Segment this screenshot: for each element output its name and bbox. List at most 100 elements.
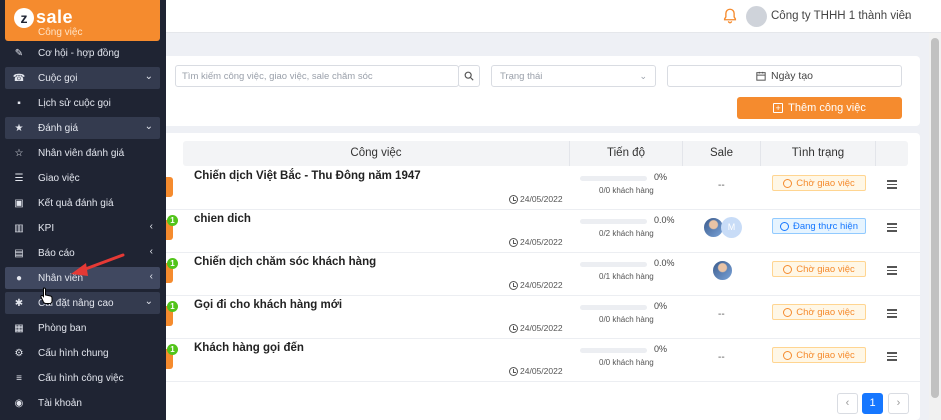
clock-icon [509,194,518,204]
column-header-task: Công việc [183,141,570,166]
notification-bell-icon[interactable] [721,7,739,25]
sidebar-item-lich-su-cuoc-goi[interactable]: ▪ Lịch sử cuộc gọi [5,92,160,114]
sidebar-item-icon: ★ [14,122,24,134]
sidebar-expand-icon[interactable]: ‹ [150,221,153,232]
progress-bar [580,348,647,353]
logo-mark: z [14,7,34,28]
user-avatar[interactable] [746,6,767,27]
table-row[interactable]: 1 Chiến dịch chăm sóc khách hàng 24/05/202… [160,253,920,296]
chevron-down-icon[interactable]: ⌄ [903,11,911,22]
sidebar-item-giao-viec[interactable]: ☰ Giao việc [5,167,160,189]
app-logo[interactable]: z sale [14,7,73,28]
customer-count: 0/1 khách hàng [599,272,654,281]
progress-percent: 0% [654,344,668,354]
progress-bar [580,219,647,224]
sidebar-item-nhan-vien-danh-gia[interactable]: ☆ Nhân viên đánh giá [5,142,160,164]
sidebar-expand-icon[interactable]: ⌄ [145,71,153,82]
clock-icon [783,350,793,360]
row-menu-icon[interactable] [887,352,897,363]
status-text: Đang thực hiện [793,220,858,232]
sidebar-item-icon: ● [15,272,23,284]
task-title[interactable]: Gọi đi cho khách hàng mới [194,299,342,311]
sidebar-expand-icon[interactable]: ⌄ [145,121,153,132]
progress-percent: 0% [654,172,668,182]
sidebar-item-icon: ⚙ [14,347,24,359]
mouse-pointer-icon [40,287,53,304]
sidebar-item-label: Giao việc [38,172,80,184]
search-button[interactable] [458,65,480,87]
row-menu-icon[interactable] [887,180,897,191]
sidebar-item-cai-dat-nang-cao[interactable]: ✱ Cài đặt nâng cao ⌄ [5,292,160,314]
date-filter-button[interactable]: Ngày tạo [667,65,902,87]
sidebar-item-icon: ✎ [14,47,24,59]
status-badge: Chờ giao việc [772,261,866,277]
sidebar-item-tai-khoan[interactable]: ◉ Tài khoản [5,392,160,414]
sidebar-item-label: Lịch sử cuộc gọi [38,97,111,109]
status-badge: Đang thực hiện [772,218,866,234]
calendar-icon [756,71,766,81]
scrollbar-thumb[interactable] [931,38,939,398]
prev-page-button[interactable]: ‹ [837,393,858,414]
task-title[interactable]: chien dich [194,213,251,225]
sidebar-item-label: Nhân viên [38,272,84,284]
status-badge: Chờ giao việc [772,347,866,363]
task-date-text: 24/05/2022 [520,323,563,333]
sidebar-item-cau-hinh-cong-viec[interactable]: ≡ Cấu hình công việc [5,367,160,389]
sidebar-expand-icon[interactable]: ⌄ [145,296,153,307]
sidebar-item-icon: ✱ [14,297,24,309]
task-title[interactable]: Chiến dịch Việt Bắc - Thu Đông năm 1947 [194,170,421,182]
sidebar-expand-icon[interactable]: ‹ [150,271,153,282]
sidebar-item-bao-cao[interactable]: ▤ Báo cáo ‹ [5,242,160,264]
clock-icon [509,237,518,247]
row-menu-icon[interactable] [887,223,897,234]
sidebar-item-label: KPI [38,222,55,234]
status-badge: Chờ giao việc [772,304,866,320]
sidebar-item-icon: ☰ [14,172,24,184]
row-menu-icon[interactable] [887,309,897,320]
sale-empty: -- [718,352,725,363]
task-date-text: 24/05/2022 [520,280,563,290]
company-name[interactable]: Công ty THHH 1 thành viên [771,10,911,22]
sale-avatar-letter[interactable]: M [721,217,742,238]
sidebar-item-co-hoi-hop-dong[interactable]: ✎ Cơ hội - hợp đồng [5,42,160,64]
table-row[interactable]: Chiến dịch Việt Bắc - Thu Đông năm 1947 2… [160,167,920,210]
plus-icon: + [773,103,784,113]
table-row[interactable]: 1 Gọi đi cho khách hàng mới 24/05/2022 0% 0/… [160,296,920,339]
page-1-button[interactable]: 1 [862,393,883,414]
sidebar-item-label: Cấu hình công việc [38,372,124,384]
add-task-button[interactable]: + Thêm công việc [737,97,902,119]
sale-empty: -- [718,309,725,320]
sidebar-item-nhan-vien[interactable]: ● Nhân viên ‹ [5,267,160,289]
table-row[interactable]: 1 Khách hàng gọi đến 24/05/2022 0% 0/0 khách… [160,339,920,382]
logo-text: sale [36,7,74,27]
sidebar-item-kpi[interactable]: ▥ KPI ‹ [5,217,160,239]
sidebar-item-icon: ☆ [14,147,24,159]
progress-percent: 0.0% [654,215,675,225]
row-menu-icon[interactable] [887,266,897,277]
sidebar-item-phong-ban[interactable]: ▦ Phòng ban [5,317,160,339]
page-scrollbar[interactable] [929,33,941,420]
task-date: 24/05/2022 [509,323,563,333]
sidebar-item-cuoc-goi[interactable]: ☎ Cuộc gọi ⌄ [5,67,160,89]
task-date: 24/05/2022 [509,280,563,290]
task-title[interactable]: Chiến dịch chăm sóc khách hàng [194,256,376,268]
search-input[interactable]: Tìm kiếm công việc, giao việc, sale chăm… [175,65,459,87]
task-title[interactable]: Khách hàng gọi đến [194,342,304,354]
table-row[interactable]: 1 chien dich 24/05/2022 0.0% 0/2 khách hàng M… [160,210,920,253]
clock-icon [509,366,518,376]
sidebar-item-danh-gia[interactable]: ★ Đánh giá ⌄ [5,117,160,139]
sync-icon [780,221,789,231]
sidebar-item-ket-qua-danh-gia[interactable]: ▣ Kết quả đánh giá [5,192,160,214]
sidebar-item-label: Phòng ban [38,322,87,334]
sidebar-item-label: Báo cáo [38,247,75,259]
next-page-button[interactable]: › [888,393,909,414]
column-header-actions [876,141,908,166]
status-select[interactable]: Trạng thái ⌄ [491,65,656,87]
sale-empty: -- [718,180,725,191]
sale-avatar[interactable] [712,260,733,281]
sidebar-expand-icon[interactable]: ‹ [150,246,153,257]
sidebar-item-label: Cấu hình chung [38,347,109,359]
sidebar-item-cau-hinh-chung[interactable]: ⚙ Cấu hình chung [5,342,160,364]
progress-bar [580,176,647,181]
column-header-progress: Tiến độ [570,141,683,166]
